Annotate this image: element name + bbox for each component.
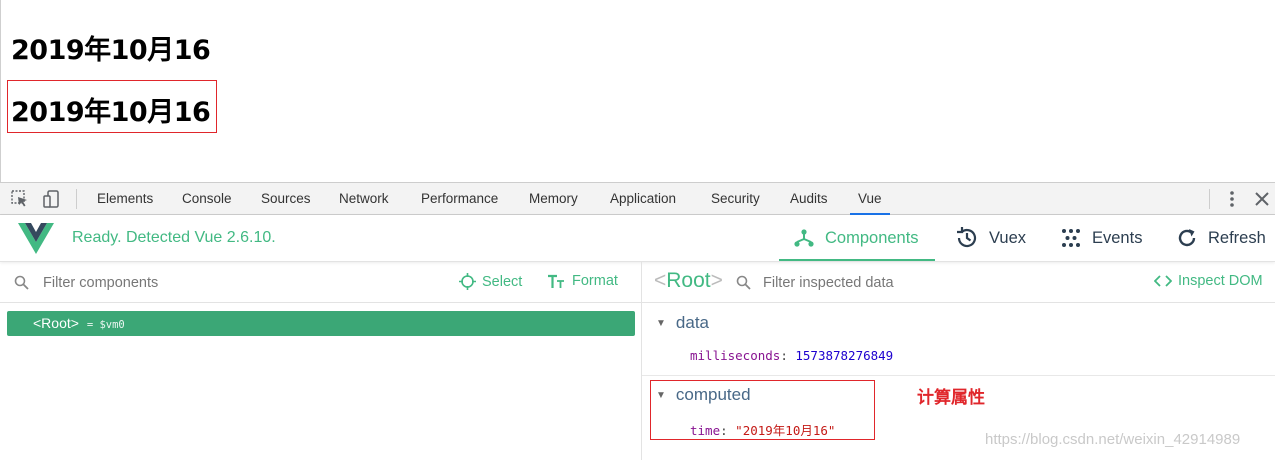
format-label: Format: [572, 273, 618, 289]
vue-detected-status: Ready. Detected Vue 2.6.10.: [72, 229, 276, 246]
data-section-header[interactable]: ▼ data: [656, 313, 709, 333]
search-icon: [14, 275, 29, 290]
inspector-filter-bar: <Root> Inspect DOM: [642, 262, 1275, 303]
close-devtools-icon[interactable]: [1252, 189, 1272, 209]
code-brackets-icon: [1154, 275, 1172, 287]
tab-memory[interactable]: Memory: [529, 183, 578, 214]
events-tab-label: Events: [1092, 228, 1143, 247]
tab-sources[interactable]: Sources: [261, 183, 311, 214]
data-section-label: data: [675, 313, 709, 332]
select-component-button[interactable]: Select: [459, 273, 522, 290]
select-label: Select: [482, 273, 523, 290]
toolbar-divider: [76, 189, 77, 209]
collapse-triangle-icon: ▼: [656, 317, 666, 329]
refresh-button[interactable]: Refresh: [1176, 215, 1266, 261]
vue-devtools-header: Ready. Detected Vue 2.6.10. Components V…: [0, 215, 1275, 262]
tab-security[interactable]: Security: [711, 183, 760, 214]
root-name: Root: [666, 269, 711, 292]
inspect-dom-label: Inspect DOM: [1178, 273, 1263, 289]
component-tree-row-root[interactable]: <Root> = $vm0: [7, 311, 635, 336]
events-icon: [1062, 229, 1080, 247]
device-toolbar-icon[interactable]: [42, 189, 62, 209]
events-tab[interactable]: Events: [1060, 215, 1142, 261]
component-filter-bar: Select Format: [0, 262, 641, 303]
devtools-tab-bar: Elements Console Sources Network Perform…: [0, 182, 1275, 215]
annotation-computed-properties: 计算属性: [917, 388, 985, 408]
component-tree-pane: Select Format <Root> = $vm0: [0, 262, 642, 460]
tab-audits[interactable]: Audits: [790, 183, 828, 214]
root-close-bracket: >: [710, 269, 723, 292]
vuex-tab-label: Vuex: [989, 228, 1026, 247]
search-icon: [736, 275, 751, 290]
filter-inspected-data-input[interactable]: [763, 270, 1123, 296]
refresh-label: Refresh: [1208, 228, 1266, 247]
date-heading-1: 2019年10月16: [11, 35, 211, 66]
highlight-box-computed: [650, 380, 875, 440]
vm-reference: = $vm0: [86, 319, 125, 331]
page-content: 2019年10月16 2019年10月16: [0, 0, 1275, 182]
root-component-name: <Root>: [33, 315, 79, 331]
vue-logo-icon: [18, 223, 54, 254]
vuex-tab[interactable]: Vuex: [955, 215, 1026, 261]
refresh-icon: [1178, 229, 1196, 247]
toolbar-divider: [1209, 189, 1210, 209]
inspect-element-icon[interactable]: [10, 189, 30, 209]
highlight-box-heading: [7, 80, 217, 133]
history-icon: [957, 227, 977, 248]
components-icon: [794, 229, 814, 247]
watermark: https://blog.csdn.net/weixin_42914989: [985, 431, 1241, 448]
format-toggle-button[interactable]: Format: [547, 273, 618, 289]
filter-components-input[interactable]: [43, 270, 423, 296]
tab-performance[interactable]: Performance: [421, 183, 498, 214]
data-property-row[interactable]: milliseconds: 1573878276849: [690, 348, 893, 363]
root-open-bracket: <: [654, 269, 667, 292]
tab-application[interactable]: Application: [610, 183, 676, 214]
crosshair-icon: [459, 273, 476, 290]
tab-vue[interactable]: Vue: [850, 183, 889, 215]
section-divider: [642, 375, 1275, 376]
more-options-icon[interactable]: [1222, 189, 1242, 209]
components-tab[interactable]: Components: [779, 215, 935, 261]
text-format-icon: [548, 274, 564, 288]
property-value: 1573878276849: [795, 348, 894, 363]
property-key: milliseconds: [690, 348, 781, 363]
tab-elements[interactable]: Elements: [97, 183, 153, 214]
tab-network[interactable]: Network: [339, 183, 389, 214]
tab-console[interactable]: Console: [182, 183, 232, 214]
components-tab-label: Components: [825, 228, 919, 247]
inspect-dom-button[interactable]: Inspect DOM: [1154, 273, 1263, 289]
inspected-component-name: <Root>: [654, 269, 723, 293]
